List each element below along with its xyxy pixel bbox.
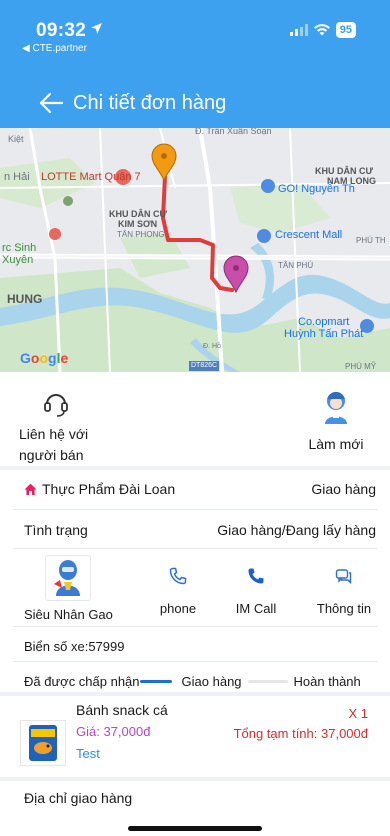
progress-bar-idle <box>247 680 288 683</box>
map-label: KHU DÂN CƯ <box>109 209 167 219</box>
map-label: Huỳnh Tấn Phát <box>284 328 364 340</box>
row-divider <box>13 548 377 549</box>
product-name: Bánh snack cá <box>76 702 168 718</box>
back-to-app-link[interactable]: ◀ CTE.partner <box>22 43 87 54</box>
map-label: PHÚ TH <box>356 236 386 245</box>
map-label: Xuyên <box>2 254 34 266</box>
section-divider <box>0 777 390 781</box>
contact-seller-button[interactable]: Liên hệ với người bán <box>19 388 139 466</box>
row-divider <box>13 626 377 627</box>
google-logo: Google <box>20 350 69 366</box>
map-label: KHU DÂN CƯ <box>315 166 373 176</box>
map-label: KIM SƠN <box>118 219 158 229</box>
delivery-map[interactable]: Kiệt Đ. Trần Xuân Soạn n Hải LOTTE Mart … <box>0 128 390 372</box>
status-icons: 95 <box>289 22 356 38</box>
location-arrow-icon <box>91 23 103 34</box>
driver-profile[interactable]: Siêu Nhân Gao <box>24 555 113 622</box>
battery-indicator: 95 <box>335 22 356 38</box>
delivery-person-icon <box>325 392 347 424</box>
shop-name[interactable]: Thực Phẩm Đài Loan <box>24 481 175 497</box>
home-indicator[interactable] <box>128 826 262 831</box>
superhero-avatar-icon <box>54 560 80 596</box>
map-label: TÂN PHÚ <box>278 261 314 270</box>
progress-step-accepted: Đã được chấp nhận <box>24 674 140 689</box>
phone-icon <box>169 567 187 585</box>
phone-call-button[interactable]: phone <box>152 555 204 616</box>
driver-name: Siêu Nhân Gao <box>24 607 113 622</box>
driver-info-label: Thông tin <box>316 601 372 616</box>
map-label: Crescent Mall <box>275 229 343 241</box>
shop-row: Thực Phẩm Đài Loan Giao hàng <box>24 481 376 497</box>
im-call-button[interactable]: IM Call <box>228 555 284 616</box>
product-subtotal: Tổng tạm tính: 37,000đ <box>233 726 368 741</box>
row-divider <box>13 661 377 662</box>
row-divider <box>13 509 377 510</box>
status-row: Tình trạng Giao hàng/Đang lấy hàng <box>24 522 376 538</box>
map-label: TÂN PHONG <box>117 230 165 239</box>
driver-info-button[interactable]: Thông tin <box>312 555 376 616</box>
signal-icon <box>289 24 308 36</box>
progress-step-delivering: Giao hàng <box>181 674 242 689</box>
map-label: GO! Nguyễn Th <box>278 183 355 195</box>
map-label: Đ. Trần Xuân Soạn <box>195 128 272 136</box>
refresh-button[interactable]: Làm mới <box>296 390 376 452</box>
delivery-address-label: Địa chỉ giao hàng <box>24 790 133 806</box>
map-label: HUNG <box>7 292 43 306</box>
delivery-type: Giao hàng <box>311 481 376 497</box>
progress-bar-active <box>139 680 172 683</box>
shop-home-icon <box>24 483 37 495</box>
driver-avatar <box>45 555 91 601</box>
section-divider <box>0 466 390 470</box>
product-note: Test <box>76 746 100 761</box>
chat-bubbles-icon <box>335 569 352 585</box>
status-time-text: 09:32 <box>36 20 87 41</box>
park-marker-icon <box>63 196 73 206</box>
status-label: Tình trạng <box>24 522 88 538</box>
product-quantity: X 1 <box>348 706 368 721</box>
wifi-icon <box>313 24 330 36</box>
section-divider <box>0 692 390 696</box>
phone-label: phone <box>159 601 197 616</box>
order-progress: Đã được chấp nhận Giao hàng Hoàn thành <box>24 674 376 689</box>
shop-name-text: Thực Phẩm Đài Loan <box>42 481 176 497</box>
license-plate: Biển số xe:57999 <box>24 639 125 654</box>
map-label: n Hải <box>4 171 30 183</box>
map-label: Đ. Hồ <box>203 343 221 350</box>
headset-icon <box>44 394 68 417</box>
product-image[interactable] <box>20 720 66 766</box>
refresh-label: Làm mới <box>308 436 364 452</box>
poi-marker-icon <box>49 228 61 240</box>
back-arrow-icon[interactable] <box>38 90 64 116</box>
map-label: Kiệt <box>8 134 24 144</box>
app-header: 09:32 ◀ CTE.partner 95 Chi tiết đơn hàng <box>0 0 390 128</box>
crescent-marker-icon <box>257 229 271 243</box>
snack-package-icon <box>29 725 57 761</box>
contact-seller-label: Liên hệ với người bán <box>19 426 89 463</box>
page-title: Chi tiết đơn hàng <box>73 92 227 114</box>
status-time: 09:32 <box>36 20 103 42</box>
map-label: PHÚ MỸ <box>345 362 377 371</box>
map-label: LOTTE Mart Quận 7 <box>41 171 141 183</box>
go-marker-icon <box>261 179 275 193</box>
map-label: Co.opmart <box>298 316 350 328</box>
progress-step-completed: Hoàn thành <box>293 674 361 689</box>
im-call-icon <box>248 568 264 584</box>
im-call-label: IM Call <box>235 601 277 616</box>
map-label: rc Sinh <box>2 242 37 254</box>
road-shield: DT826C <box>189 361 220 371</box>
status-value: Giao hàng/Đang lấy hàng <box>217 522 376 538</box>
product-price: Giá: 37,000đ <box>76 724 151 739</box>
